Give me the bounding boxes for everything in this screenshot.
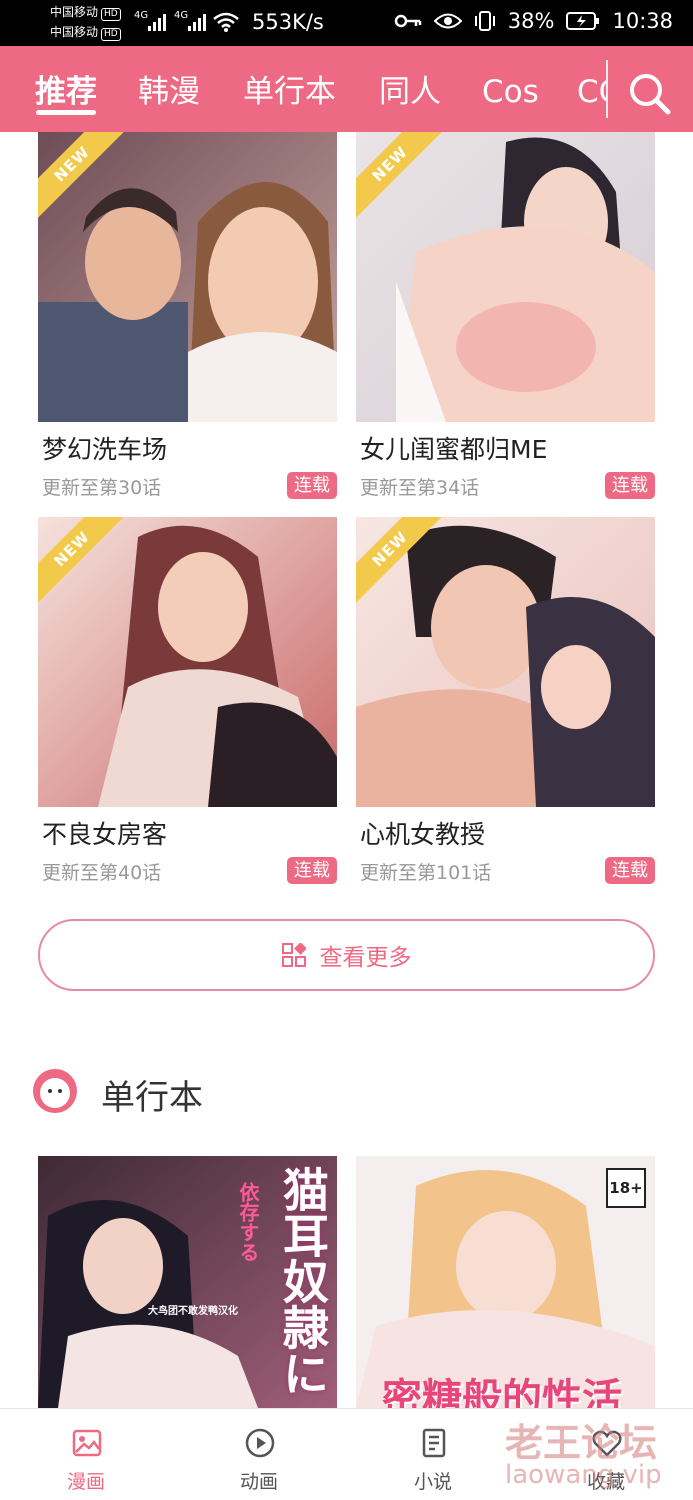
nav-novel[interactable]: 小说	[383, 1409, 483, 1500]
vibrate-icon	[474, 11, 495, 31]
search-button[interactable]	[626, 70, 674, 116]
comic-update-status: 更新至第34话	[360, 477, 480, 499]
nav-label: 小说	[413, 1471, 452, 1493]
active-tab-indicator	[36, 110, 96, 115]
network-type-2: 4G	[174, 10, 189, 21]
clock: 10:38	[612, 9, 673, 33]
cover-image	[356, 132, 655, 422]
network-speed: 553K/s	[252, 10, 324, 34]
scanlation-credit: 大鸟团不敢发鸭汉化	[148, 1306, 238, 1317]
status-bar: 中国移动 HD 中国移动 HD 4G 4G 553K/s 38% 10:38	[0, 0, 693, 46]
comic-cover[interactable]: NEW	[356, 132, 655, 422]
nav-manga[interactable]: 漫画	[36, 1409, 136, 1500]
comic-title[interactable]: 女儿闺蜜都归ME	[360, 430, 547, 466]
view-more-label: 查看更多	[319, 945, 412, 971]
cover-image	[356, 517, 655, 807]
serializing-badge: 连载	[605, 857, 655, 884]
top-nav-bar: 推荐 韩漫 单行本 同人 Cos CG	[0, 46, 693, 132]
bottom-nav: 漫画 动画 小说 收藏	[0, 1408, 693, 1500]
battery-icon	[566, 12, 600, 30]
volume-cover[interactable]: 18+ 密糖般的性活	[356, 1156, 655, 1408]
nav-favorites[interactable]: 收藏	[556, 1409, 656, 1500]
volume-cover-title: 猫耳奴隷に	[276, 1166, 330, 1396]
signal-icon	[188, 13, 206, 31]
play-circle-icon	[245, 1428, 275, 1458]
serializing-badge: 连载	[605, 472, 655, 499]
view-more-button[interactable]: 查看更多	[38, 919, 655, 991]
nav-label: 漫画	[66, 1471, 105, 1493]
carrier-2: 中国移动 HD	[50, 26, 121, 41]
cover-image	[38, 517, 337, 807]
cover-image	[38, 132, 337, 422]
tab-doujin[interactable]: 同人	[379, 72, 441, 112]
network-type-1: 4G	[134, 10, 149, 21]
serializing-badge: 连载	[287, 472, 337, 499]
comic-cover[interactable]: NEW	[356, 517, 655, 807]
nav-anime[interactable]: 动画	[209, 1409, 309, 1500]
nav-label: 动画	[239, 1471, 278, 1493]
volume-cover-subtitle: 依存する	[236, 1182, 260, 1262]
comic-update-status: 更新至第30话	[42, 477, 162, 499]
comic-cover[interactable]: NEW	[38, 517, 337, 807]
category-tabs: 推荐 韩漫 单行本 同人 Cos CG	[0, 46, 606, 132]
divider	[606, 60, 608, 118]
key-icon	[394, 14, 422, 28]
comic-title[interactable]: 不良女房客	[42, 815, 167, 851]
grid-icon	[281, 943, 306, 967]
wifi-icon	[213, 12, 239, 32]
battery-percent: 38%	[507, 9, 555, 33]
tab-cos[interactable]: Cos	[482, 72, 539, 112]
mascot-icon	[33, 1068, 77, 1113]
comic-update-status: 更新至第40话	[42, 862, 162, 884]
comic-title[interactable]: 心机女教授	[360, 815, 485, 851]
search-icon	[630, 74, 671, 115]
tab-recommend[interactable]: 推荐	[35, 72, 97, 112]
serializing-badge: 连载	[287, 857, 337, 884]
tab-korean-manhwa[interactable]: 韩漫	[138, 72, 200, 112]
section-title: 单行本	[101, 1078, 203, 1118]
nav-label: 收藏	[586, 1471, 625, 1493]
age-rating-badge: 18+	[606, 1168, 646, 1208]
book-icon	[422, 1428, 446, 1458]
volume-cover[interactable]: 猫耳奴隷に 依存する 大鸟团不敢发鸭汉化	[38, 1156, 337, 1408]
heart-icon	[592, 1430, 622, 1457]
carrier-1: 中国移动 HD	[50, 6, 121, 21]
eye-icon	[433, 13, 462, 29]
tab-cg[interactable]: CG	[577, 72, 606, 112]
image-icon	[72, 1429, 102, 1457]
volume-cover-title: 密糖般的性活	[382, 1376, 622, 1408]
comic-cover[interactable]: NEW	[38, 132, 337, 422]
signal-icon	[148, 13, 166, 31]
comic-title[interactable]: 梦幻洗车场	[42, 430, 167, 466]
tab-volumes[interactable]: 单行本	[243, 72, 336, 112]
comic-update-status: 更新至第101话	[360, 862, 492, 884]
